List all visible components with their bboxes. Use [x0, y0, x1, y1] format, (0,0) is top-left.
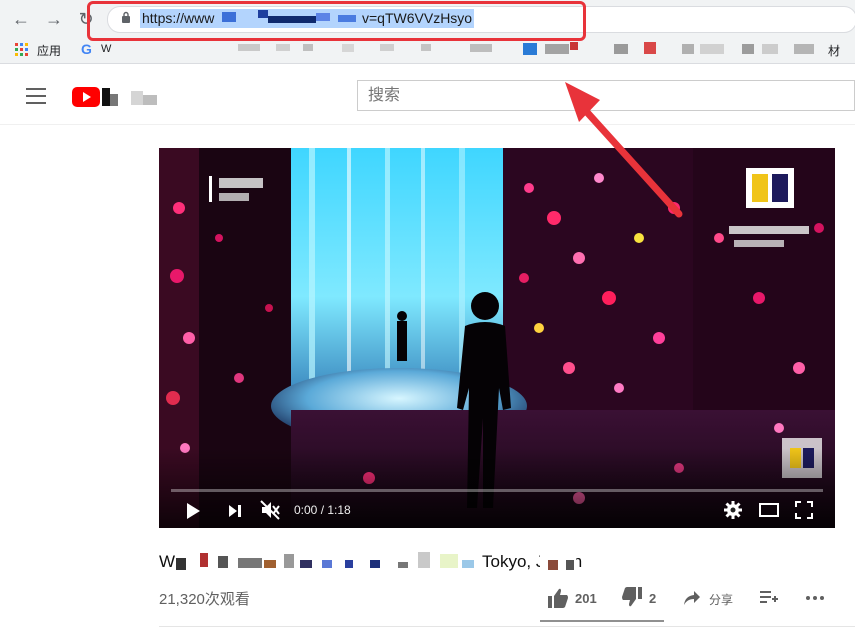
fullscreen-icon[interactable]: [795, 501, 813, 519]
forward-arrow-icon[interactable]: →: [44, 9, 64, 29]
like-ratio-bar: [540, 620, 664, 622]
channel-logo-icon: [746, 168, 794, 208]
back-arrow-icon[interactable]: ←: [11, 9, 31, 29]
thumbs-up-icon[interactable]: [547, 586, 569, 610]
play-icon[interactable]: [185, 502, 201, 520]
bookmark-w-label[interactable]: W: [101, 43, 111, 55]
progress-bar[interactable]: [171, 489, 823, 492]
video-title-start: W: [159, 552, 176, 571]
bookmarks-bar: [0, 38, 855, 64]
thumbs-down-icon[interactable]: [621, 586, 643, 608]
youtube-logo-icon[interactable]: [72, 87, 100, 107]
next-icon[interactable]: [227, 503, 243, 519]
like-count: 201: [575, 591, 597, 606]
share-label[interactable]: 分享: [709, 591, 733, 608]
dislike-count: 2: [649, 591, 657, 606]
google-g-icon[interactable]: G: [81, 41, 92, 57]
theater-mode-icon[interactable]: [759, 503, 779, 517]
more-icon[interactable]: [806, 596, 824, 600]
view-count: 21,320次观看: [159, 591, 250, 608]
mute-icon[interactable]: [260, 500, 280, 520]
bookmark-material-label[interactable]: 材: [828, 42, 840, 59]
header-divider: [0, 124, 855, 125]
save-playlist-icon[interactable]: [760, 588, 778, 606]
settings-icon[interactable]: [724, 501, 742, 519]
apps-grid-icon[interactable]: [15, 43, 29, 57]
time-display: 0:00 / 1:18: [294, 503, 351, 517]
url-annotation-box: [87, 1, 586, 41]
section-divider: [159, 626, 855, 627]
annotation-arrow-icon: [565, 82, 683, 218]
video-player[interactable]: 0:00 / 1:18: [159, 148, 835, 528]
bookmark-apps-label[interactable]: 应用: [37, 42, 61, 59]
menu-icon[interactable]: [26, 88, 46, 104]
share-icon[interactable]: [683, 590, 701, 606]
